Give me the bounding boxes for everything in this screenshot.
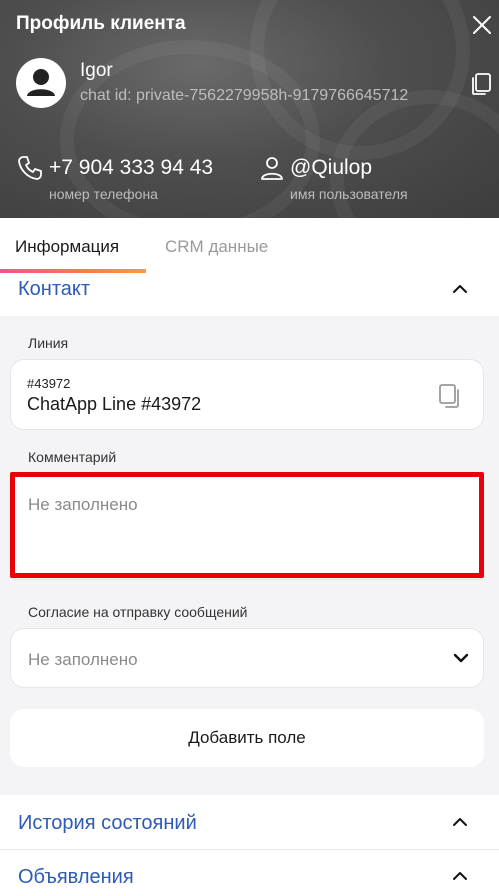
phone-number[interactable]: +7 904 333 94 43 xyxy=(49,156,213,180)
close-icon[interactable] xyxy=(470,13,494,37)
copy-chat-id-icon[interactable] xyxy=(470,72,492,96)
chevron-up-icon[interactable] xyxy=(452,817,468,827)
section-history-header[interactable]: История состояний xyxy=(0,795,499,849)
chevron-down-icon[interactable] xyxy=(453,653,469,663)
highlight-frame xyxy=(10,472,484,578)
phone-icon xyxy=(18,156,42,180)
tab-bar: Информация CRM данные xyxy=(0,218,499,274)
profile-header: Профиль клиента Igor chat id: private-75… xyxy=(0,0,499,218)
user-icon xyxy=(261,157,283,180)
line-label: Линия xyxy=(28,335,69,351)
line-name: ChatApp Line #43972 xyxy=(27,394,202,414)
chevron-up-icon[interactable] xyxy=(452,871,468,881)
phone-label: номер телефона xyxy=(49,186,158,202)
client-name: Igor xyxy=(80,60,113,81)
chat-id: chat id: private-7562279958h-91797666457… xyxy=(80,87,409,104)
copy-icon[interactable] xyxy=(438,383,462,409)
tab-information[interactable]: Информация xyxy=(15,237,119,257)
username[interactable]: @Qiulop xyxy=(290,156,372,180)
username-label: имя пользователя xyxy=(290,186,408,202)
comment-label: Комментарий xyxy=(28,449,117,465)
add-field-button[interactable]: Добавить поле xyxy=(10,709,484,767)
chevron-up-icon[interactable] xyxy=(452,284,468,294)
section-contact-header[interactable]: Контакт xyxy=(0,274,499,316)
section-title: Объявления xyxy=(18,866,134,888)
section-title: Контакт xyxy=(18,278,91,300)
user-avatar-icon xyxy=(27,69,55,96)
tab-crm-data[interactable]: CRM данные xyxy=(165,237,268,257)
consent-label: Согласие на отправку сообщений xyxy=(28,604,248,620)
avatar xyxy=(16,58,66,108)
section-title: История состояний xyxy=(18,812,197,834)
section-ads-header[interactable]: Объявления xyxy=(0,850,499,896)
page-title: Профиль клиента xyxy=(16,13,186,34)
line-id: #43972 xyxy=(27,376,71,391)
active-tab-indicator xyxy=(0,269,146,273)
consent-value: Не заполнено xyxy=(28,650,138,669)
